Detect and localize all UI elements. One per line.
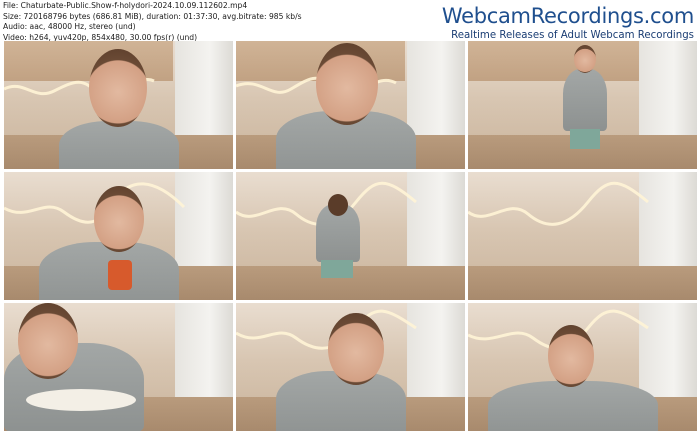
thumbnail-7 [4, 303, 233, 431]
thumbnail-1 [4, 41, 233, 169]
person-shorts [570, 129, 600, 149]
person-head [548, 325, 594, 387]
audio-info-line: Audio: aac, 48000 Hz, stereo (und) [3, 22, 136, 32]
thumbnail-3 [468, 41, 697, 169]
person-head [94, 186, 144, 252]
person-body [488, 381, 658, 431]
person-head [328, 313, 384, 385]
thumbnail-9 [468, 303, 697, 431]
brand-name: WebcamRecordings.com [441, 4, 694, 28]
person-head [89, 49, 147, 127]
thumbnail-2 [236, 41, 465, 169]
person-shorts [321, 260, 353, 278]
thumbnail-6 [468, 172, 697, 300]
thumbnail-8 [236, 303, 465, 431]
person-head [18, 303, 78, 379]
file-info-panel: File: Chaturbate-Public.Show-f-holydori-… [3, 1, 302, 43]
juice-glass [108, 260, 132, 290]
person-head [574, 45, 596, 73]
person-head [316, 43, 378, 125]
person-body [563, 69, 607, 131]
brand-logo: WebcamRecordings.com Realtime Releases o… [442, 4, 694, 42]
thumbnail-4 [4, 172, 233, 300]
person-body [59, 121, 179, 169]
plate [26, 389, 136, 411]
person-head [328, 194, 348, 216]
thumbnail-5 [236, 172, 465, 300]
counter [468, 266, 697, 300]
file-size-line: Size: 720168796 bytes (686.81 MiB), dura… [3, 11, 302, 21]
file-name-line: File: Chaturbate-Public.Show-f-holydori-… [3, 1, 248, 10]
thumbnail-grid [4, 41, 697, 431]
